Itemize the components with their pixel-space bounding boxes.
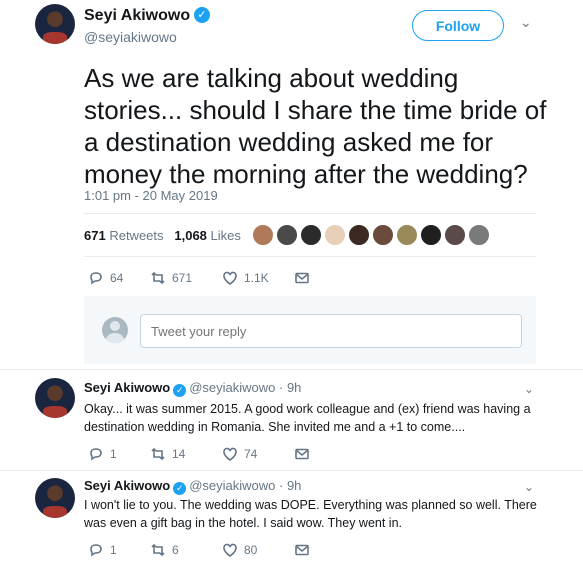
reply-icon [90,448,102,461]
reply-time[interactable]: · 9h [279,478,301,493]
liker-avatar[interactable] [276,224,298,246]
direct-message-button[interactable] [294,270,310,286]
retweet-count: 671 [172,271,193,285]
author-name[interactable]: Seyi Akiwowo [84,7,190,25]
reply-count: 1 [110,543,117,557]
chevron-down-icon[interactable]: ⌄ [520,14,532,31]
like-count: 74 [244,447,258,461]
tweet-timestamp[interactable]: 1:01 pm - 20 May 2019 [84,188,218,203]
reply-count: 64 [110,271,124,285]
liker-avatar[interactable] [420,224,442,246]
like-count: 1.1K [244,271,269,285]
retweet-count: 6 [172,543,179,557]
message-icon [295,544,309,556]
tweet-text: As we are talking about wedding stories.… [84,63,547,189]
retweet-icon [151,447,165,461]
verified-icon: ✓ [173,482,187,495]
liker-avatar[interactable] [252,224,274,246]
reply-text: Okay... it was summer 2015. A good work … [84,402,531,434]
heart-icon [223,447,237,461]
retweets-count[interactable]: 671 [84,228,106,243]
author-handle[interactable]: @seyiakiwowo [189,380,275,395]
verified-icon: ✓ [173,384,187,397]
retweet-icon [151,543,165,557]
heart-icon [223,271,237,285]
retweet-button[interactable]: 6 [150,542,222,558]
reply-actions: 1 14 74 [88,446,310,462]
like-button[interactable]: 74 [222,446,294,462]
reply-count: 1 [110,447,117,461]
retweet-count: 14 [172,447,186,461]
chevron-down-icon[interactable]: ⌄ [524,480,534,494]
chevron-down-icon[interactable]: ⌄ [524,382,534,396]
message-icon [295,448,309,460]
retweet-button[interactable]: 671 [150,270,222,286]
retweet-button[interactable]: 14 [150,446,222,462]
author-handle[interactable]: @seyiakiwowo [84,29,177,45]
liker-avatar[interactable] [324,224,346,246]
divider [0,470,583,471]
reply-actions: 1 6 80 [88,542,310,558]
reply-icon [90,544,102,557]
like-button[interactable]: 1.1K [222,270,294,286]
verified-icon: ✓ [194,7,210,23]
reply-button[interactable]: 1 [88,446,150,462]
like-count: 80 [244,543,258,557]
author-name[interactable]: Seyi Akiwowo [84,380,170,395]
author-name[interactable]: Seyi Akiwowo [84,478,170,493]
reply-header: Seyi Akiwowo ✓ @seyiakiwowo · 9h [84,380,301,397]
reply-button[interactable]: 64 [88,270,150,286]
reply-time[interactable]: · 9h [279,380,301,395]
author-avatar[interactable] [35,378,75,418]
reply-composer [84,296,536,364]
liker-avatar[interactable] [444,224,466,246]
tweet-stats: 671 Retweets 1,068 Likes [84,228,241,243]
direct-message-button[interactable] [294,542,310,558]
like-button[interactable]: 80 [222,542,294,558]
reply-button[interactable]: 1 [88,542,150,558]
author-avatar[interactable] [35,478,75,518]
reply-input[interactable] [140,314,522,348]
author-handle[interactable]: @seyiakiwowo [189,478,275,493]
heart-icon [223,543,237,557]
likes-label[interactable]: Likes [211,228,241,243]
direct-message-button[interactable] [294,446,310,462]
liker-avatar[interactable] [372,224,394,246]
follow-button[interactable]: Follow [412,10,504,41]
retweets-label[interactable]: Retweets [109,228,163,243]
divider [84,213,536,214]
retweet-icon [151,271,165,285]
user-avatar [102,317,128,343]
divider [0,369,583,370]
divider [84,256,536,257]
liker-avatar[interactable] [468,224,490,246]
likes-count[interactable]: 1,068 [174,228,207,243]
reply-icon [90,272,102,285]
liker-avatar[interactable] [396,224,418,246]
liker-avatar[interactable] [348,224,370,246]
reply-header: Seyi Akiwowo ✓ @seyiakiwowo · 9h [84,478,301,495]
author-avatar[interactable] [35,4,75,44]
reply-text: I won't lie to you. The wedding was DOPE… [84,498,537,530]
message-icon [295,272,309,284]
tweet-actions: 64 671 1.1K [88,270,310,286]
liker-avatar[interactable] [300,224,322,246]
